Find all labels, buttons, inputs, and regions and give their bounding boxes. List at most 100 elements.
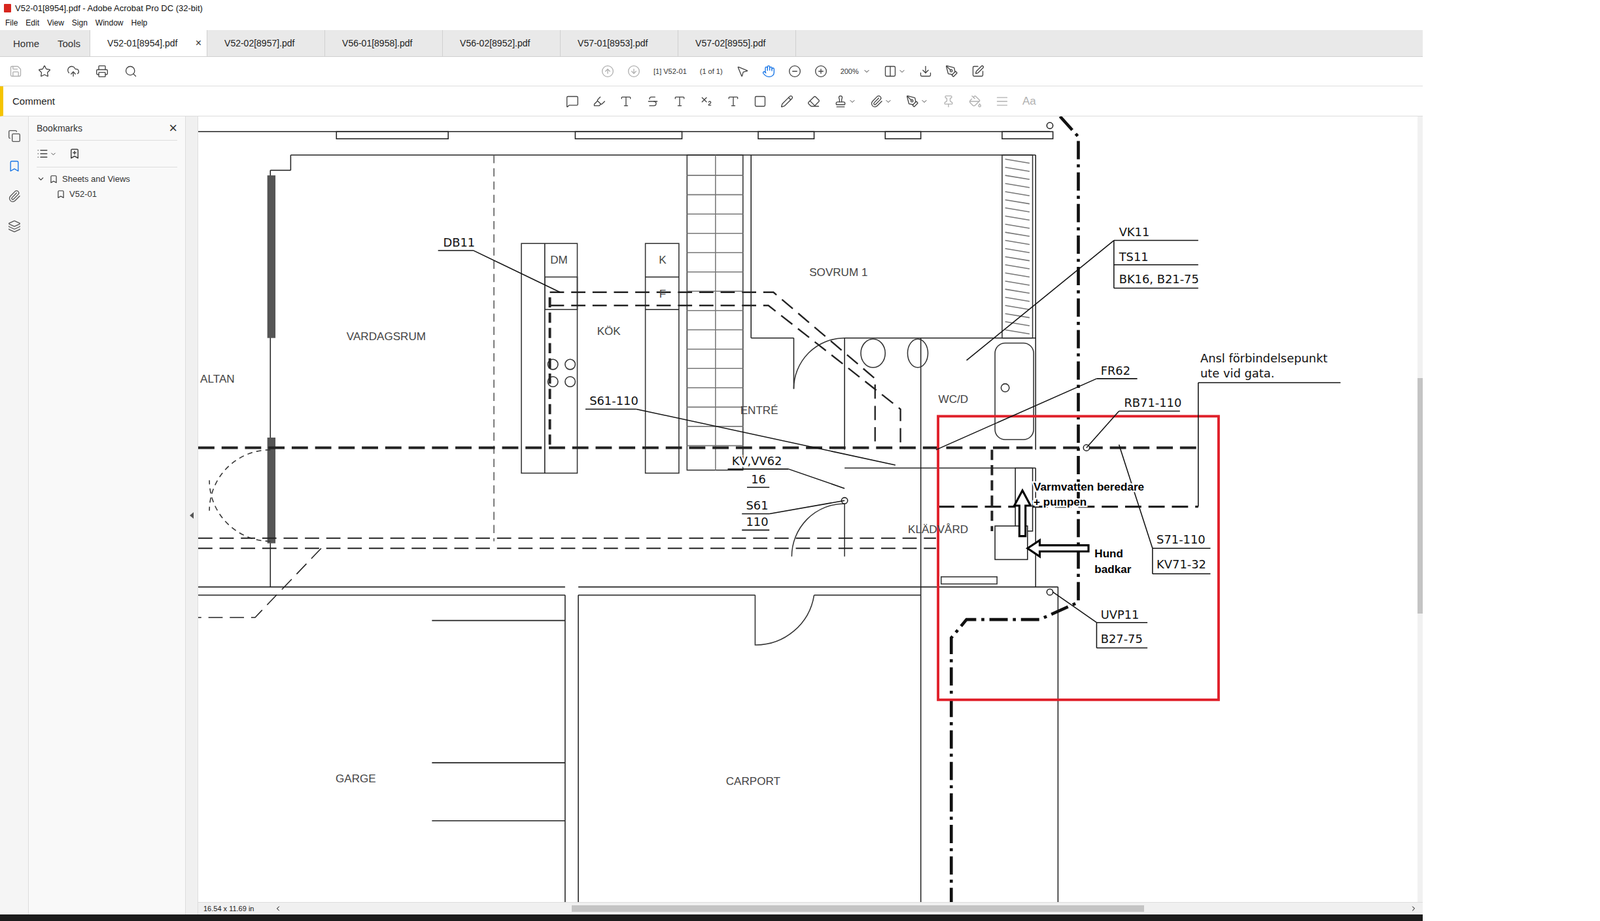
collapse-arrow-icon[interactable] — [189, 512, 194, 519]
options-list-icon[interactable] — [36, 147, 57, 160]
document-tab[interactable]: V52-01[8954].pdf× — [89, 30, 208, 57]
save-icon[interactable] — [9, 64, 23, 78]
menu-item[interactable]: View — [47, 18, 65, 28]
zoom-field[interactable]: 200% — [840, 67, 871, 76]
drain-mark — [1000, 383, 1009, 392]
menu-item[interactable]: Sign — [71, 18, 88, 28]
attach-icon[interactable] — [869, 94, 893, 108]
previous-page-icon[interactable] — [601, 64, 615, 78]
pipe-line — [198, 548, 322, 618]
highlighter-icon[interactable] — [592, 94, 606, 108]
print-icon[interactable] — [95, 64, 109, 78]
nav-tab[interactable]: Home — [3, 30, 49, 57]
scroll-left-icon[interactable] — [274, 904, 282, 913]
wardrobe-hatch — [1005, 191, 1030, 196]
drawing-canvas[interactable]: VARDAGSRUMKÖKENTRÉSOVRUM 1WC/DKLÄDVÅRDGA… — [198, 116, 1418, 903]
zoom-in-icon[interactable] — [814, 64, 828, 78]
page-field[interactable]: [1] V52-01 — [653, 67, 687, 76]
fill-color-icon[interactable] — [968, 94, 982, 108]
shapes-icon[interactable] — [905, 94, 929, 108]
text-box-icon[interactable] — [753, 94, 767, 108]
tag-underline — [1096, 622, 1148, 624]
font-button[interactable]: Aa — [1022, 94, 1037, 108]
wardrobe-hatch — [1005, 175, 1030, 180]
window-title: V52-01[8954].pdf - Adobe Acrobat Pro DC … — [15, 3, 203, 14]
menu-item[interactable]: Help — [131, 18, 148, 28]
pipe-tag: VK11TS11BK16, B21-75 — [966, 225, 1200, 361]
tag-text: DB11 — [442, 235, 475, 250]
replace-text-icon[interactable] — [673, 94, 687, 108]
document-tab[interactable]: V57-01[8953].pdf — [560, 30, 679, 57]
expand-chevron-icon[interactable] — [36, 174, 46, 184]
line-width-icon[interactable] — [995, 94, 1009, 108]
zoom-out-icon[interactable] — [788, 64, 802, 78]
upload-icon[interactable] — [66, 64, 80, 78]
document-tab[interactable]: V56-02[8952].pdf — [442, 30, 561, 57]
attachments-icon[interactable] — [7, 189, 21, 203]
pin-icon[interactable] — [941, 94, 956, 108]
connection-point — [1046, 122, 1053, 129]
page-count: (1 of 1) — [699, 67, 723, 76]
menu-item[interactable]: Edit — [25, 18, 40, 28]
strikethrough-icon[interactable] — [646, 94, 660, 108]
wardrobe-hatch — [1005, 297, 1030, 302]
horizontal-scrollbar[interactable] — [287, 905, 1405, 912]
tab-bar: HomeToolsV52-01[8954].pdf×V52-02[8957].p… — [0, 30, 1423, 57]
new-bookmark-icon[interactable] — [68, 147, 81, 160]
document-tab[interactable]: V57-02[8955].pdf — [678, 30, 797, 57]
next-page-icon[interactable] — [627, 64, 641, 78]
tag-underline — [1119, 410, 1181, 413]
nav-tab[interactable]: Tools — [48, 30, 90, 57]
search-icon[interactable] — [124, 64, 138, 78]
underline-text-icon[interactable] — [619, 94, 633, 108]
pipe-tag: UVP11B27-75 — [1053, 591, 1148, 648]
status-bar: 16.54 x 11.69 in — [198, 902, 1423, 915]
wall-line — [578, 586, 1058, 589]
tag-underline — [741, 529, 770, 532]
bookmark-item[interactable]: Sheets and Views — [36, 173, 178, 184]
stamp-icon[interactable] — [834, 94, 857, 108]
pipe-tag: Ansl förbindelsepunktute vid gata. — [1198, 351, 1341, 507]
wardrobe-hatch — [1005, 224, 1030, 229]
panel-divider[interactable] — [185, 116, 199, 915]
scroll-right-icon[interactable] — [1409, 904, 1418, 913]
star-icon[interactable] — [37, 64, 52, 78]
layers-icon[interactable] — [7, 219, 21, 233]
sign-icon[interactable] — [945, 64, 959, 78]
edit-icon[interactable] — [971, 64, 985, 78]
add-text-icon[interactable] — [726, 94, 740, 108]
sticky-note-icon[interactable] — [565, 94, 579, 108]
tab-close-button[interactable]: × — [195, 37, 202, 50]
menu-item[interactable]: File — [5, 18, 18, 28]
pencil-icon[interactable] — [780, 94, 794, 108]
vertical-scrollbar[interactable] — [1417, 116, 1423, 903]
acrobat-window: V52-01[8954].pdf - Adobe Acrobat Pro DC … — [0, 0, 1423, 921]
tag-underline — [1113, 240, 1199, 242]
wardrobe-hatch — [1005, 256, 1030, 261]
menu-item[interactable]: Window — [95, 18, 124, 28]
pipe-tag: KV,VV6216 — [727, 453, 845, 489]
pages-icon[interactable] — [7, 129, 21, 143]
bookmark-item[interactable]: V52-01 — [36, 189, 178, 199]
comment-bar: CommentAa — [0, 86, 1423, 117]
eraser-icon[interactable] — [807, 94, 821, 108]
insert-text-icon[interactable] — [699, 94, 714, 108]
select-tool-icon[interactable] — [735, 64, 749, 78]
window-mark — [885, 131, 921, 139]
page-layout-icon[interactable] — [883, 64, 906, 78]
room-label: ALTAN — [200, 372, 235, 386]
wall-line — [431, 820, 566, 822]
hand-tool-icon[interactable] — [762, 64, 776, 78]
document-tab[interactable]: V52-02[8957].pdf — [207, 30, 326, 57]
scroll-mode-icon[interactable] — [919, 64, 933, 78]
bookmarks-icon[interactable] — [7, 159, 21, 173]
menu-bar: File Edit View Sign Window Help — [0, 15, 1423, 31]
pipe-line — [493, 155, 495, 541]
annotation-text: badkar — [1094, 563, 1131, 576]
pipe-tag: RB71-110 — [1086, 395, 1182, 448]
pipe-tag: S61110 — [741, 498, 845, 530]
wall-line — [844, 467, 1036, 470]
panel-close-button[interactable]: × — [168, 119, 178, 137]
tag-underline — [438, 249, 474, 252]
document-tab[interactable]: V56-01[8958].pdf — [325, 30, 443, 57]
